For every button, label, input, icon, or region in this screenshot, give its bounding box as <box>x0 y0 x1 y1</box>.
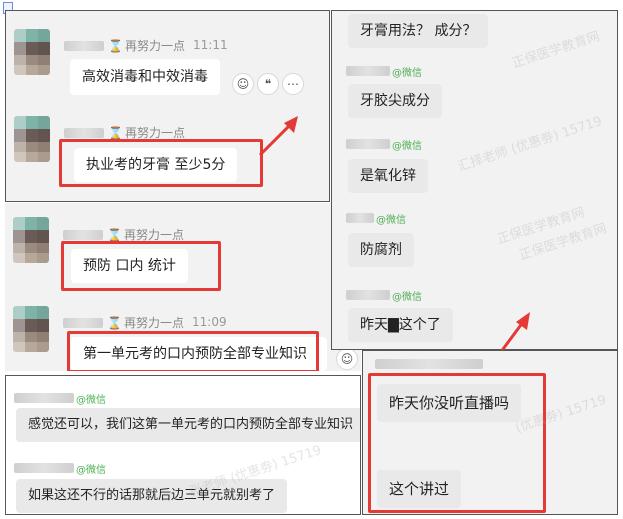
wechat-tag: @微信 <box>76 465 106 476</box>
highlight-arrow <box>258 116 298 157</box>
chat-panel-right-top: 牙膏用法？ 成分？ @微信 牙胶尖成分 @微信 是氧化锌 @微信 防腐剂 @微信… <box>331 10 618 350</box>
message-bubble[interactable]: 这个讲过 <box>377 470 462 508</box>
sender-name-blurred <box>346 290 390 300</box>
message-bubble[interactable]: 执业考的牙膏 至少5分 <box>74 148 238 182</box>
sender-name-blurred <box>63 318 103 328</box>
sender-nick: ⌛ 再努力一点 <box>108 38 185 54</box>
chat-panel-top-left: ⌛ 再努力一点 11:11 高效消毒和中效消毒 ☺ ❝ ⋯ ⌛ 再努力一点 执业… <box>5 10 330 202</box>
sender-name-blurred <box>346 139 390 149</box>
sender-name-blurred <box>64 41 104 51</box>
message-bubble[interactable]: 感觉还可以，我们这第一单元考的口内预防全部专业知识 <box>16 408 360 442</box>
badge-icon: ⌛ <box>107 227 122 242</box>
watermark: 汇择老师 (优惠劵) 15719 <box>455 113 605 175</box>
avatar <box>14 116 50 162</box>
sender-name-blurred <box>375 359 483 369</box>
watermark: 正保医学教育网 <box>517 221 609 264</box>
message-bubble[interactable]: 是氧化锌 <box>348 159 428 193</box>
message-bubble[interactable]: 昨天你没听直播吗 <box>377 384 522 422</box>
message-bubble[interactable]: 牙膏用法？ 成分？ <box>348 14 489 48</box>
sender-name-blurred <box>63 230 103 240</box>
sender-name-blurred <box>346 213 374 223</box>
watermark: (优惠劵) 15719 <box>513 392 609 437</box>
wechat-tag: @微信 <box>76 395 106 406</box>
message-bubble[interactable]: 预防 口内 统计 <box>71 249 188 283</box>
message-bubble[interactable]: 第一单元考的口内预防全部专业知识 <box>71 337 327 371</box>
badge-icon: ⌛ <box>107 315 122 330</box>
chat-panel-mid-left: ⌛ 再努力一点 预防 口内 统计 ⌛ 再努力一点 11:09 第一单元考的口内预… <box>5 203 361 371</box>
sender-name-blurred <box>346 66 390 76</box>
wechat-tag: @微信 <box>392 141 422 152</box>
watermark: 正保医学教育网 <box>510 29 602 72</box>
wechat-tag: @微信 <box>392 68 422 79</box>
badge-icon: ⌛ <box>108 38 123 53</box>
sender-nick: ⌛ 再努力一点 <box>107 315 184 331</box>
more-options-icon[interactable]: ⋯ <box>282 73 304 95</box>
add-emoji-icon[interactable]: ☺ <box>336 348 358 370</box>
sender-name-blurred <box>14 393 74 403</box>
message-bubble[interactable]: 高效消毒和中效消毒 <box>70 59 220 95</box>
sender-nick: ⌛ 再努力一点 <box>108 125 185 141</box>
add-emoji-icon[interactable]: ☺ <box>232 73 254 95</box>
wechat-tag: @微信 <box>376 215 406 226</box>
sender-name-blurred <box>64 128 104 138</box>
message-bubble[interactable]: 牙胶尖成分 <box>348 84 442 118</box>
message-time: 11:11 <box>193 38 228 52</box>
chat-panel-bottom-left: @微信 感觉还可以，我们这第一单元考的口内预防全部专业知识 @微信 如果这还不行… <box>5 375 361 515</box>
message-time: 11:09 <box>192 315 227 329</box>
badge-icon: ⌛ <box>108 125 123 140</box>
avatar <box>13 217 49 263</box>
sender-nick: ⌛ 再努力一点 <box>107 227 184 243</box>
message-bubble[interactable]: 防腐剂 <box>348 233 414 267</box>
message-bubble[interactable]: 如果这还不行的话那就后边三单元就别考了 <box>16 479 288 513</box>
avatar <box>13 306 49 352</box>
sender-name-blurred <box>14 463 74 473</box>
chat-panel-right-bottom: 昨天你没听直播吗 这个讲过 (优惠劵) 15719 <box>362 350 618 515</box>
message-bubble[interactable]: 昨天▇这个了 <box>348 308 453 342</box>
wechat-tag: @微信 <box>392 292 422 303</box>
quote-icon[interactable]: ❝ <box>257 73 279 95</box>
avatar <box>14 29 50 75</box>
